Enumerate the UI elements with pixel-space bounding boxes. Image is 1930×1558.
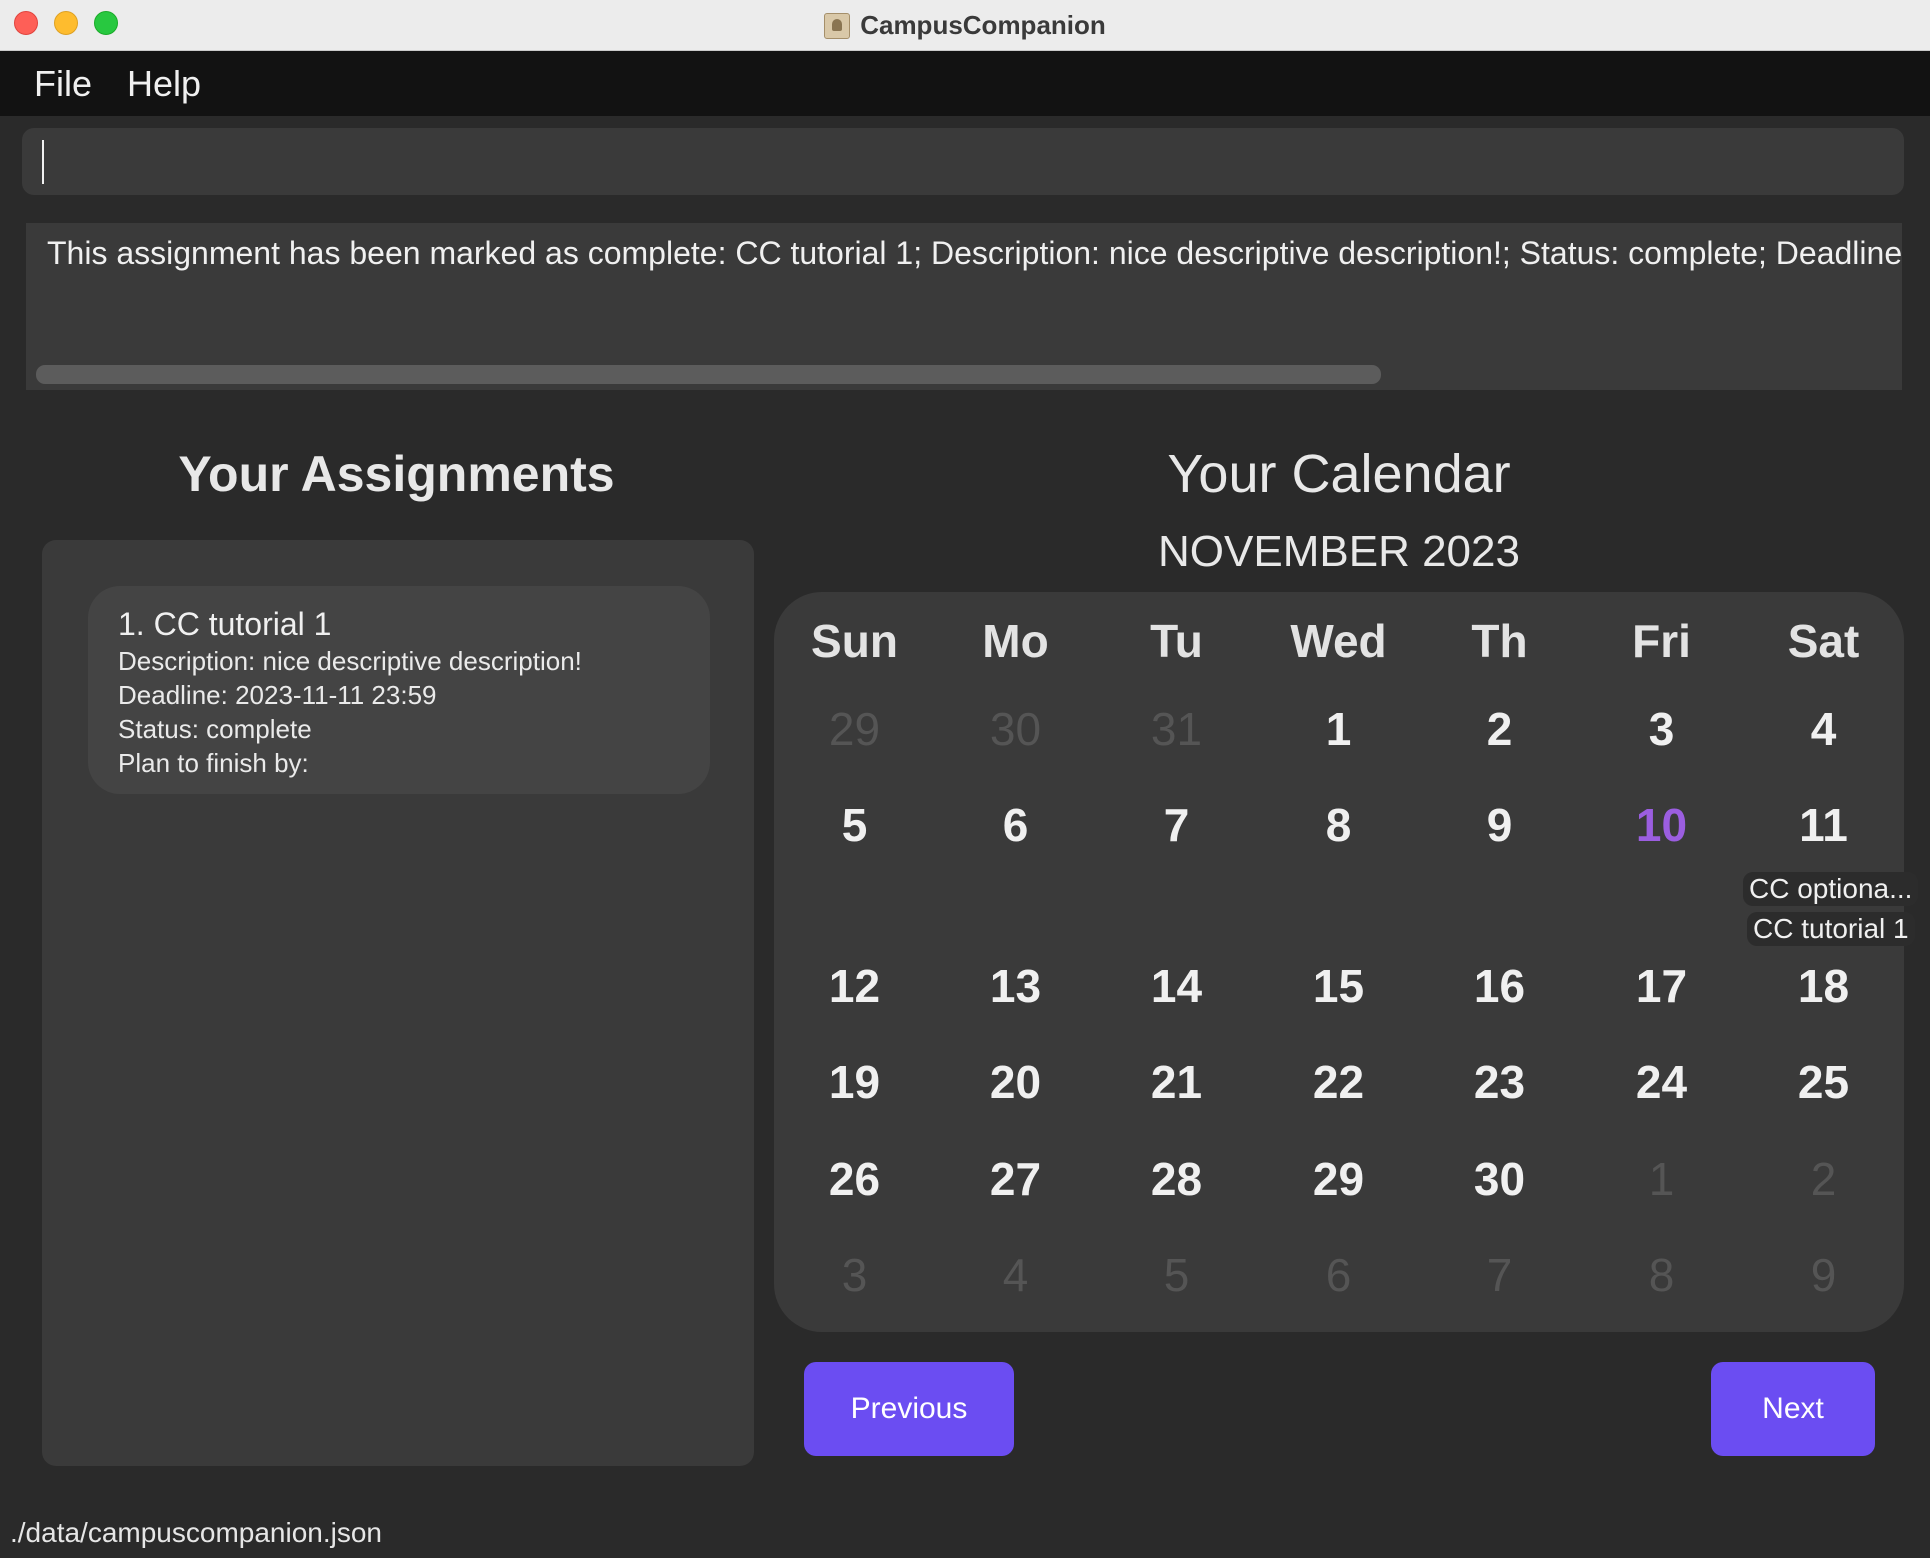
calendar-day[interactable]: 27 — [935, 1152, 1096, 1206]
assignment-list: 1. CC tutorial 1 Description: nice descr… — [42, 540, 754, 1466]
calendar-day-next-month[interactable]: 6 — [1258, 1248, 1419, 1302]
calendar-day-today[interactable]: 10 — [1581, 798, 1742, 852]
text-caret — [42, 140, 44, 184]
calendar-day[interactable]: 13 — [935, 959, 1096, 1013]
calendar-day[interactable]: 2 — [1419, 702, 1580, 756]
next-month-button[interactable]: Next — [1711, 1362, 1875, 1456]
calendar-day[interactable]: 25 — [1743, 1055, 1904, 1109]
calendar-day[interactable]: 14 — [1096, 959, 1257, 1013]
status-file-path: ./data/campuscompanion.json — [10, 1517, 382, 1548]
app-icon — [824, 12, 851, 39]
calendar-day-next-month[interactable]: 1 — [1581, 1152, 1742, 1206]
calendar-day-next-month[interactable]: 2 — [1743, 1152, 1904, 1206]
calendar-day[interactable]: 7 — [1096, 798, 1257, 852]
weekday-sun: Sun — [811, 615, 898, 667]
calendar-day-next-month[interactable]: 7 — [1419, 1248, 1580, 1302]
window-title-group: CampusCompanion — [0, 0, 1930, 51]
calendar-heading: Your Calendar — [1167, 444, 1511, 504]
calendar-day[interactable]: 18 — [1743, 959, 1904, 1013]
assignment-card[interactable]: 1. CC tutorial 1 Description: nice descr… — [88, 586, 710, 794]
calendar-day[interactable]: 20 — [935, 1055, 1096, 1109]
calendar-day[interactable]: 22 — [1258, 1055, 1419, 1109]
calendar-event[interactable]: CC tutorial 1 — [1747, 912, 1915, 946]
calendar-grid: Sun Mo Tu Wed Th Fri Sat 29 30 31 1 2 3 … — [774, 592, 1919, 1332]
assignment-description: Description: nice descriptive descriptio… — [118, 646, 582, 676]
calendar-day[interactable]: 8 — [1258, 798, 1419, 852]
assignment-title: 1. CC tutorial 1 — [118, 606, 332, 642]
command-box — [22, 128, 1904, 195]
window-title: CampusCompanion — [860, 10, 1106, 40]
weekday-wed: Wed — [1290, 615, 1387, 667]
calendar-day-next-month[interactable]: 3 — [774, 1248, 935, 1302]
calendar-day-prev-month[interactable]: 31 — [1096, 702, 1257, 756]
calendar-day[interactable]: 29 — [1258, 1152, 1419, 1206]
calendar-day-prev-month[interactable]: 29 — [774, 702, 935, 756]
menu-help[interactable]: Help — [127, 63, 201, 105]
calendar-day[interactable]: 17 — [1581, 959, 1742, 1013]
calendar-day[interactable]: 16 — [1419, 959, 1580, 1013]
weekday-tue: Tu — [1150, 615, 1203, 667]
calendar-day[interactable]: 23 — [1419, 1055, 1580, 1109]
calendar-day[interactable]: 21 — [1096, 1055, 1257, 1109]
calendar-month-label: NOVEMBER 2023 — [1158, 527, 1520, 576]
window-titlebar: CampusCompanion — [0, 0, 1930, 51]
result-horizontal-scrollbar[interactable] — [36, 365, 1381, 384]
calendar-day[interactable]: 30 — [1419, 1152, 1580, 1206]
calendar-day-next-month[interactable]: 4 — [935, 1248, 1096, 1302]
weekday-sat: Sat — [1787, 615, 1860, 667]
calendar-day[interactable]: 12 — [774, 959, 935, 1013]
calendar-day[interactable]: 3 — [1581, 702, 1742, 756]
calendar-day[interactable]: 9 — [1419, 798, 1580, 852]
calendar-day[interactable]: 15 — [1258, 959, 1419, 1013]
weekday-thu: Th — [1471, 615, 1528, 667]
calendar-day[interactable]: 1 — [1258, 702, 1419, 756]
calendar-day-next-month[interactable]: 8 — [1581, 1248, 1742, 1302]
previous-month-button[interactable]: Previous — [804, 1362, 1014, 1456]
weekday-mon: Mo — [982, 615, 1049, 667]
command-input[interactable] — [22, 128, 1904, 195]
assignment-status: Status: complete — [118, 714, 312, 744]
assignment-deadline: Deadline: 2023-11-11 23:59 — [118, 680, 437, 710]
result-message: This assignment has been marked as compl… — [47, 235, 1902, 271]
calendar-day[interactable]: 4 — [1743, 702, 1904, 756]
calendar-day[interactable]: 28 — [1096, 1152, 1257, 1206]
assignments-heading: Your Assignments — [178, 446, 615, 502]
calendar-day[interactable]: 6 — [935, 798, 1096, 852]
weekday-fri: Fri — [1632, 615, 1691, 667]
menu-bar: File Help — [0, 51, 1930, 116]
calendar-day[interactable]: 11 — [1743, 798, 1904, 852]
assignment-plan: Plan to finish by: — [118, 748, 309, 778]
calendar-day-next-month[interactable]: 9 — [1743, 1248, 1904, 1302]
calendar-day-prev-month[interactable]: 30 — [935, 702, 1096, 756]
calendar-day[interactable]: 5 — [774, 798, 935, 852]
calendar-event[interactable]: CC optiona... — [1743, 872, 1919, 906]
menu-file[interactable]: File — [34, 63, 92, 105]
calendar-day[interactable]: 26 — [774, 1152, 935, 1206]
calendar-day-next-month[interactable]: 5 — [1096, 1248, 1257, 1302]
calendar-day[interactable]: 24 — [1581, 1055, 1742, 1109]
calendar-day[interactable]: 19 — [774, 1055, 935, 1109]
result-display: This assignment has been marked as compl… — [26, 223, 1902, 390]
